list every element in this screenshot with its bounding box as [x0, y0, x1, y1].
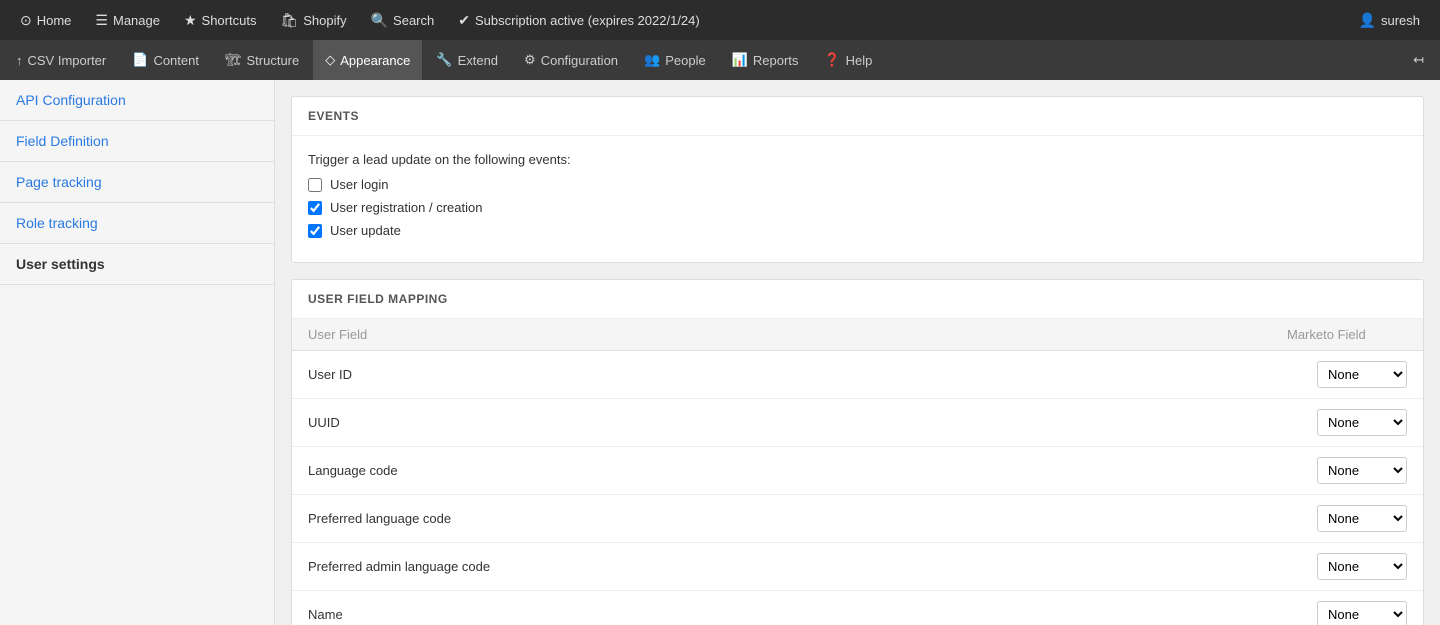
main-layout: API Configuration Field Definition Page …: [0, 80, 1440, 625]
table-row: Language code None: [292, 447, 1423, 495]
configuration-icon: ⚙: [524, 52, 536, 68]
row-language-code-label: Language code: [308, 463, 1317, 478]
sidebar-item-api-configuration[interactable]: API Configuration: [0, 80, 274, 121]
people-icon: 👥: [644, 52, 660, 68]
events-card: EVENTS Trigger a lead update on the foll…: [291, 96, 1424, 263]
second-navigation: ↑ CSV Importer 📄 Content 🏗 Structure ◇ A…: [0, 40, 1440, 80]
nav-structure[interactable]: 🏗 Structure: [213, 40, 311, 80]
user-field-mapping-title: USER FIELD MAPPING: [292, 280, 1423, 319]
user-registration-label[interactable]: User registration / creation: [330, 200, 482, 215]
row-preferred-admin-language-code-label: Preferred admin language code: [308, 559, 1317, 574]
user-icon: 👤: [1359, 12, 1376, 29]
nav-extend[interactable]: 🔧 Extend: [424, 40, 510, 80]
content-icon: 📄: [132, 52, 148, 68]
user-field-mapping-card: USER FIELD MAPPING User Field Marketo Fi…: [291, 279, 1424, 625]
select-user-id[interactable]: None: [1317, 361, 1407, 388]
home-icon: ⊙: [20, 12, 32, 29]
select-language-code[interactable]: None: [1317, 457, 1407, 484]
star-icon: ★: [184, 12, 197, 29]
row-preferred-language-code-select[interactable]: None: [1317, 505, 1407, 532]
select-uuid[interactable]: None: [1317, 409, 1407, 436]
table-row: Preferred admin language code None: [292, 543, 1423, 591]
sidebar-item-field-definition[interactable]: Field Definition: [0, 121, 274, 162]
top-navigation: ⊙ Home ☰ Manage ★ Shortcuts 🛍 Shopify 🔍 …: [0, 0, 1440, 40]
checkbox-user-update: User update: [308, 223, 1407, 238]
shopify-icon: 🛍: [280, 12, 298, 29]
nav-appearance[interactable]: ◇ Appearance: [313, 40, 422, 80]
structure-icon: 🏗: [225, 52, 242, 68]
row-uuid-select[interactable]: None: [1317, 409, 1407, 436]
nav-home[interactable]: ⊙ Home: [10, 0, 81, 40]
row-name-select[interactable]: None: [1317, 601, 1407, 625]
csv-icon: ↑: [16, 53, 23, 68]
user-login-checkbox[interactable]: [308, 178, 322, 192]
checkbox-user-registration: User registration / creation: [308, 200, 1407, 215]
table-row: UUID None: [292, 399, 1423, 447]
row-preferred-admin-language-code-select[interactable]: None: [1317, 553, 1407, 580]
nav-subscription[interactable]: ✔ Subscription active (expires 2022/1/24…: [448, 0, 709, 40]
table-row: Name None: [292, 591, 1423, 625]
nav-collapse[interactable]: ↤: [1401, 40, 1436, 80]
manage-icon: ☰: [95, 12, 108, 29]
checkbox-user-login: User login: [308, 177, 1407, 192]
sidebar-item-user-settings: User settings: [0, 244, 274, 285]
appearance-icon: ◇: [325, 52, 335, 68]
column-marketo-field: Marketo Field: [1287, 327, 1407, 342]
row-uuid-label: UUID: [308, 415, 1317, 430]
nav-manage[interactable]: ☰ Manage: [85, 0, 170, 40]
collapse-icon: ↤: [1413, 52, 1424, 68]
events-trigger-label: Trigger a lead update on the following e…: [308, 152, 1407, 167]
column-user-field: User Field: [308, 327, 1287, 342]
events-body: Trigger a lead update on the following e…: [292, 136, 1423, 262]
nav-shortcuts[interactable]: ★ Shortcuts: [174, 0, 266, 40]
table-row: User ID None: [292, 351, 1423, 399]
nav-csv-importer[interactable]: ↑ CSV Importer: [4, 40, 118, 80]
table-header: User Field Marketo Field: [292, 319, 1423, 351]
row-name-label: Name: [308, 607, 1317, 622]
user-update-checkbox[interactable]: [308, 224, 322, 238]
row-user-id-label: User ID: [308, 367, 1317, 382]
main-content: EVENTS Trigger a lead update on the foll…: [275, 80, 1440, 625]
nav-content[interactable]: 📄 Content: [120, 40, 211, 80]
select-name[interactable]: None: [1317, 601, 1407, 625]
events-title: EVENTS: [292, 97, 1423, 136]
nav-people[interactable]: 👥 People: [632, 40, 718, 80]
user-registration-checkbox[interactable]: [308, 201, 322, 215]
table-row: Preferred language code None: [292, 495, 1423, 543]
nav-shopify[interactable]: 🛍 Shopify: [270, 0, 356, 40]
reports-icon: 📊: [732, 52, 748, 68]
row-user-id-select[interactable]: None: [1317, 361, 1407, 388]
sidebar: API Configuration Field Definition Page …: [0, 80, 275, 625]
select-preferred-language-code[interactable]: None: [1317, 505, 1407, 532]
nav-reports[interactable]: 📊 Reports: [720, 40, 811, 80]
sidebar-item-page-tracking[interactable]: Page tracking: [0, 162, 274, 203]
nav-user[interactable]: 👤 suresh: [1349, 12, 1430, 29]
extend-icon: 🔧: [436, 52, 452, 68]
check-icon: ✔: [458, 12, 470, 29]
search-icon: 🔍: [371, 12, 388, 29]
help-icon: ❓: [824, 52, 840, 68]
user-login-label[interactable]: User login: [330, 177, 389, 192]
nav-help[interactable]: ❓ Help: [812, 40, 884, 80]
row-language-code-select[interactable]: None: [1317, 457, 1407, 484]
nav-configuration[interactable]: ⚙ Configuration: [512, 40, 630, 80]
select-preferred-admin-language-code[interactable]: None: [1317, 553, 1407, 580]
nav-search[interactable]: 🔍 Search: [361, 0, 445, 40]
user-update-label[interactable]: User update: [330, 223, 401, 238]
row-preferred-language-code-label: Preferred language code: [308, 511, 1317, 526]
sidebar-item-role-tracking[interactable]: Role tracking: [0, 203, 274, 244]
